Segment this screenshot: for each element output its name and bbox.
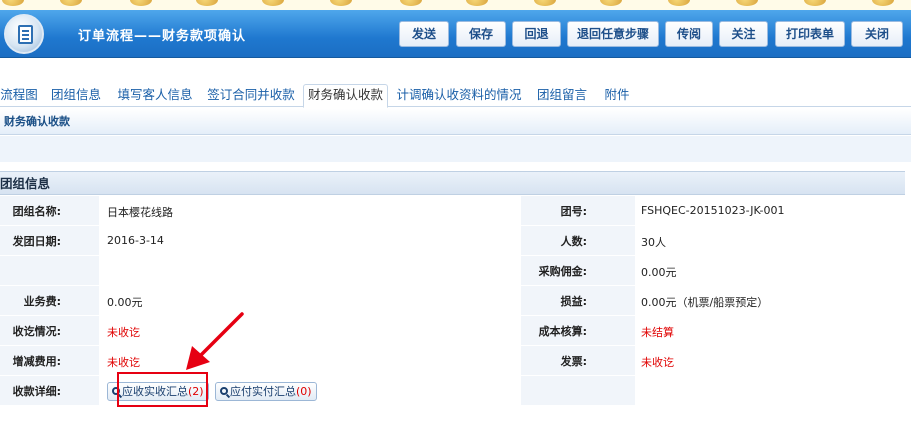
- tab-group-messages[interactable]: 团组留言: [532, 85, 592, 107]
- departure-date-value: 2016-3-14: [107, 234, 164, 247]
- invoice-value: 未收讫: [641, 356, 674, 369]
- group-name-value: 日本樱花线路: [107, 206, 173, 219]
- info-row: 团组名称: 日本樱花线路 团号: FSHQEC-20151023-JK-001: [0, 196, 905, 225]
- collection-status-label: 收讫情况:: [12, 325, 61, 338]
- highlight-box: [117, 372, 208, 407]
- search-icon: [220, 387, 228, 395]
- rollback-button[interactable]: 回退: [512, 21, 561, 47]
- headcount-value: 30人: [641, 236, 666, 249]
- group-number-value: FSHQEC-20151023-JK-001: [641, 204, 785, 217]
- info-row: 发团日期: 2016-3-14 人数: 30人: [0, 226, 905, 255]
- collection-status-value: 未收讫: [107, 326, 140, 339]
- info-row: 采购佣金: 0.00元: [0, 256, 905, 285]
- print-form-button[interactable]: 打印表单: [775, 21, 845, 47]
- tab-contract-payment[interactable]: 签订合同并收款: [205, 85, 297, 107]
- headcount-label: 人数:: [560, 235, 587, 248]
- app-logo-icon: [4, 14, 44, 54]
- tab-finance-confirm[interactable]: 财务确认收款: [303, 84, 388, 108]
- adjusted-fee-value: 未收讫: [107, 356, 140, 369]
- app-header: 订单流程——财务款项确认 发送 保存 回退 退回任意步骤 传阅 关注 打印表单 …: [0, 10, 911, 58]
- tab-group-info[interactable]: 团组信息: [48, 85, 104, 107]
- group-number-label: 团号:: [560, 205, 587, 218]
- send-button[interactable]: 发送: [399, 21, 449, 47]
- tab-planning-confirm[interactable]: 计调确认收资料的情况: [396, 85, 522, 107]
- tab-flowchart[interactable]: 流程图: [0, 85, 38, 107]
- payable-summary-label: 应付实付汇总: [230, 385, 296, 398]
- cost-accounting-label: 成本核算:: [538, 325, 587, 338]
- purchase-commission-label: 采购佣金:: [538, 265, 587, 278]
- desktop-background-strip: [0, 0, 911, 10]
- window-title: 订单流程——财务款项确认: [78, 29, 247, 44]
- profit-loss-label: 损益:: [560, 295, 587, 308]
- payable-count: (0): [296, 385, 312, 398]
- tab-attachments[interactable]: 附件: [599, 85, 635, 107]
- tab-bar: 流程图 团组信息 填写客人信息 签订合同并收款 财务确认收款 计调确认收资料的情…: [0, 84, 911, 108]
- business-fee-label: 业务费:: [23, 295, 61, 308]
- section-title: 财务确认收款: [0, 109, 911, 135]
- save-button[interactable]: 保存: [456, 21, 506, 47]
- business-fee-value: 0.00元: [107, 296, 143, 309]
- info-row: 业务费: 0.00元 损益: 0.00元（机票/船票预定）: [0, 286, 905, 315]
- profit-loss-value: 0.00元（机票/船票预定）: [641, 296, 769, 309]
- return-any-step-button[interactable]: 退回任意步骤: [567, 21, 659, 47]
- cost-accounting-value: 未结算: [641, 326, 674, 339]
- tab-guest-info[interactable]: 填写客人信息: [114, 85, 196, 107]
- group-info-heading: 团组信息: [0, 171, 905, 195]
- info-row: 收讫情况: 未收讫 成本核算: 未结算: [0, 316, 905, 345]
- info-row: 增减费用: 未收讫 发票: 未收讫: [0, 346, 905, 375]
- annotation-arrow-icon: [186, 312, 244, 370]
- follow-button[interactable]: 关注: [719, 21, 768, 47]
- close-button[interactable]: 关闭: [851, 21, 903, 47]
- payment-detail-label: 收款详细:: [12, 385, 61, 398]
- circulate-button[interactable]: 传阅: [665, 21, 713, 47]
- section-spacer: [0, 136, 911, 162]
- adjusted-fee-label: 增减费用:: [12, 355, 61, 368]
- group-name-label: 团组名称:: [12, 205, 61, 218]
- departure-date-label: 发团日期:: [12, 235, 61, 248]
- purchase-commission-value: 0.00元: [641, 266, 677, 279]
- invoice-label: 发票:: [560, 355, 587, 368]
- payable-summary-button[interactable]: 应付实付汇总(0): [215, 382, 317, 401]
